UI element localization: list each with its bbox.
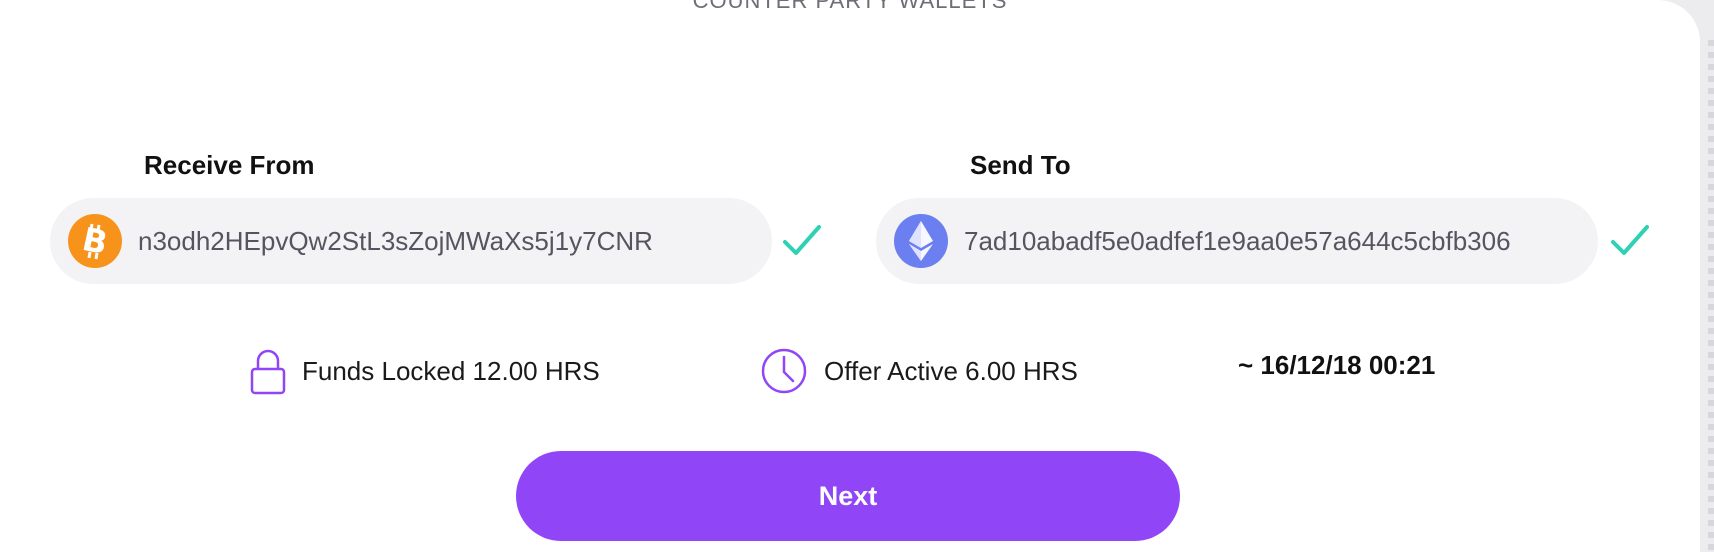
clock-icon — [761, 348, 807, 394]
edge-divider — [1708, 40, 1714, 552]
send-address-field[interactable]: 7ad10abadf5e0adfef1e9aa0e57a644c5cbfb306 — [876, 198, 1598, 284]
offer-active-text: Offer Active 6.00 HRS — [824, 355, 1078, 386]
send-to-label: Send To — [970, 150, 1071, 180]
receive-checkmark-icon — [783, 225, 821, 255]
receive-from-label: Receive From — [144, 150, 315, 180]
wallets-card: COUNTER PARTY WALLETS Receive From B n3o… — [0, 0, 1700, 552]
receive-address-value: n3odh2HEpvQw2StL3sZojMWaXs5j1y7CNR — [138, 225, 653, 256]
funds-locked-text: Funds Locked 12.00 HRS — [302, 355, 600, 386]
next-button[interactable]: Next — [516, 451, 1180, 541]
receive-address-field[interactable]: B n3odh2HEpvQw2StL3sZojMWaXs5j1y7CNR — [50, 198, 772, 284]
bitcoin-icon: B — [68, 214, 122, 268]
svg-text:B: B — [79, 222, 111, 260]
section-title: COUNTER PARTY WALLETS — [650, 0, 1050, 16]
lock-icon — [250, 349, 286, 395]
offer-deadline: ~ 16/12/18 00:21 — [1238, 350, 1436, 380]
send-address-value: 7ad10abadf5e0adfef1e9aa0e57a644c5cbfb306 — [964, 225, 1511, 256]
offer-active-info: Offer Active 6.00 HRS — [760, 346, 1078, 396]
ethereum-icon — [894, 214, 948, 268]
page: COUNTER PARTY WALLETS Receive From B n3o… — [0, 0, 1714, 552]
send-checkmark-icon — [1611, 225, 1649, 255]
funds-locked-info: Funds Locked 12.00 HRS — [250, 346, 600, 396]
